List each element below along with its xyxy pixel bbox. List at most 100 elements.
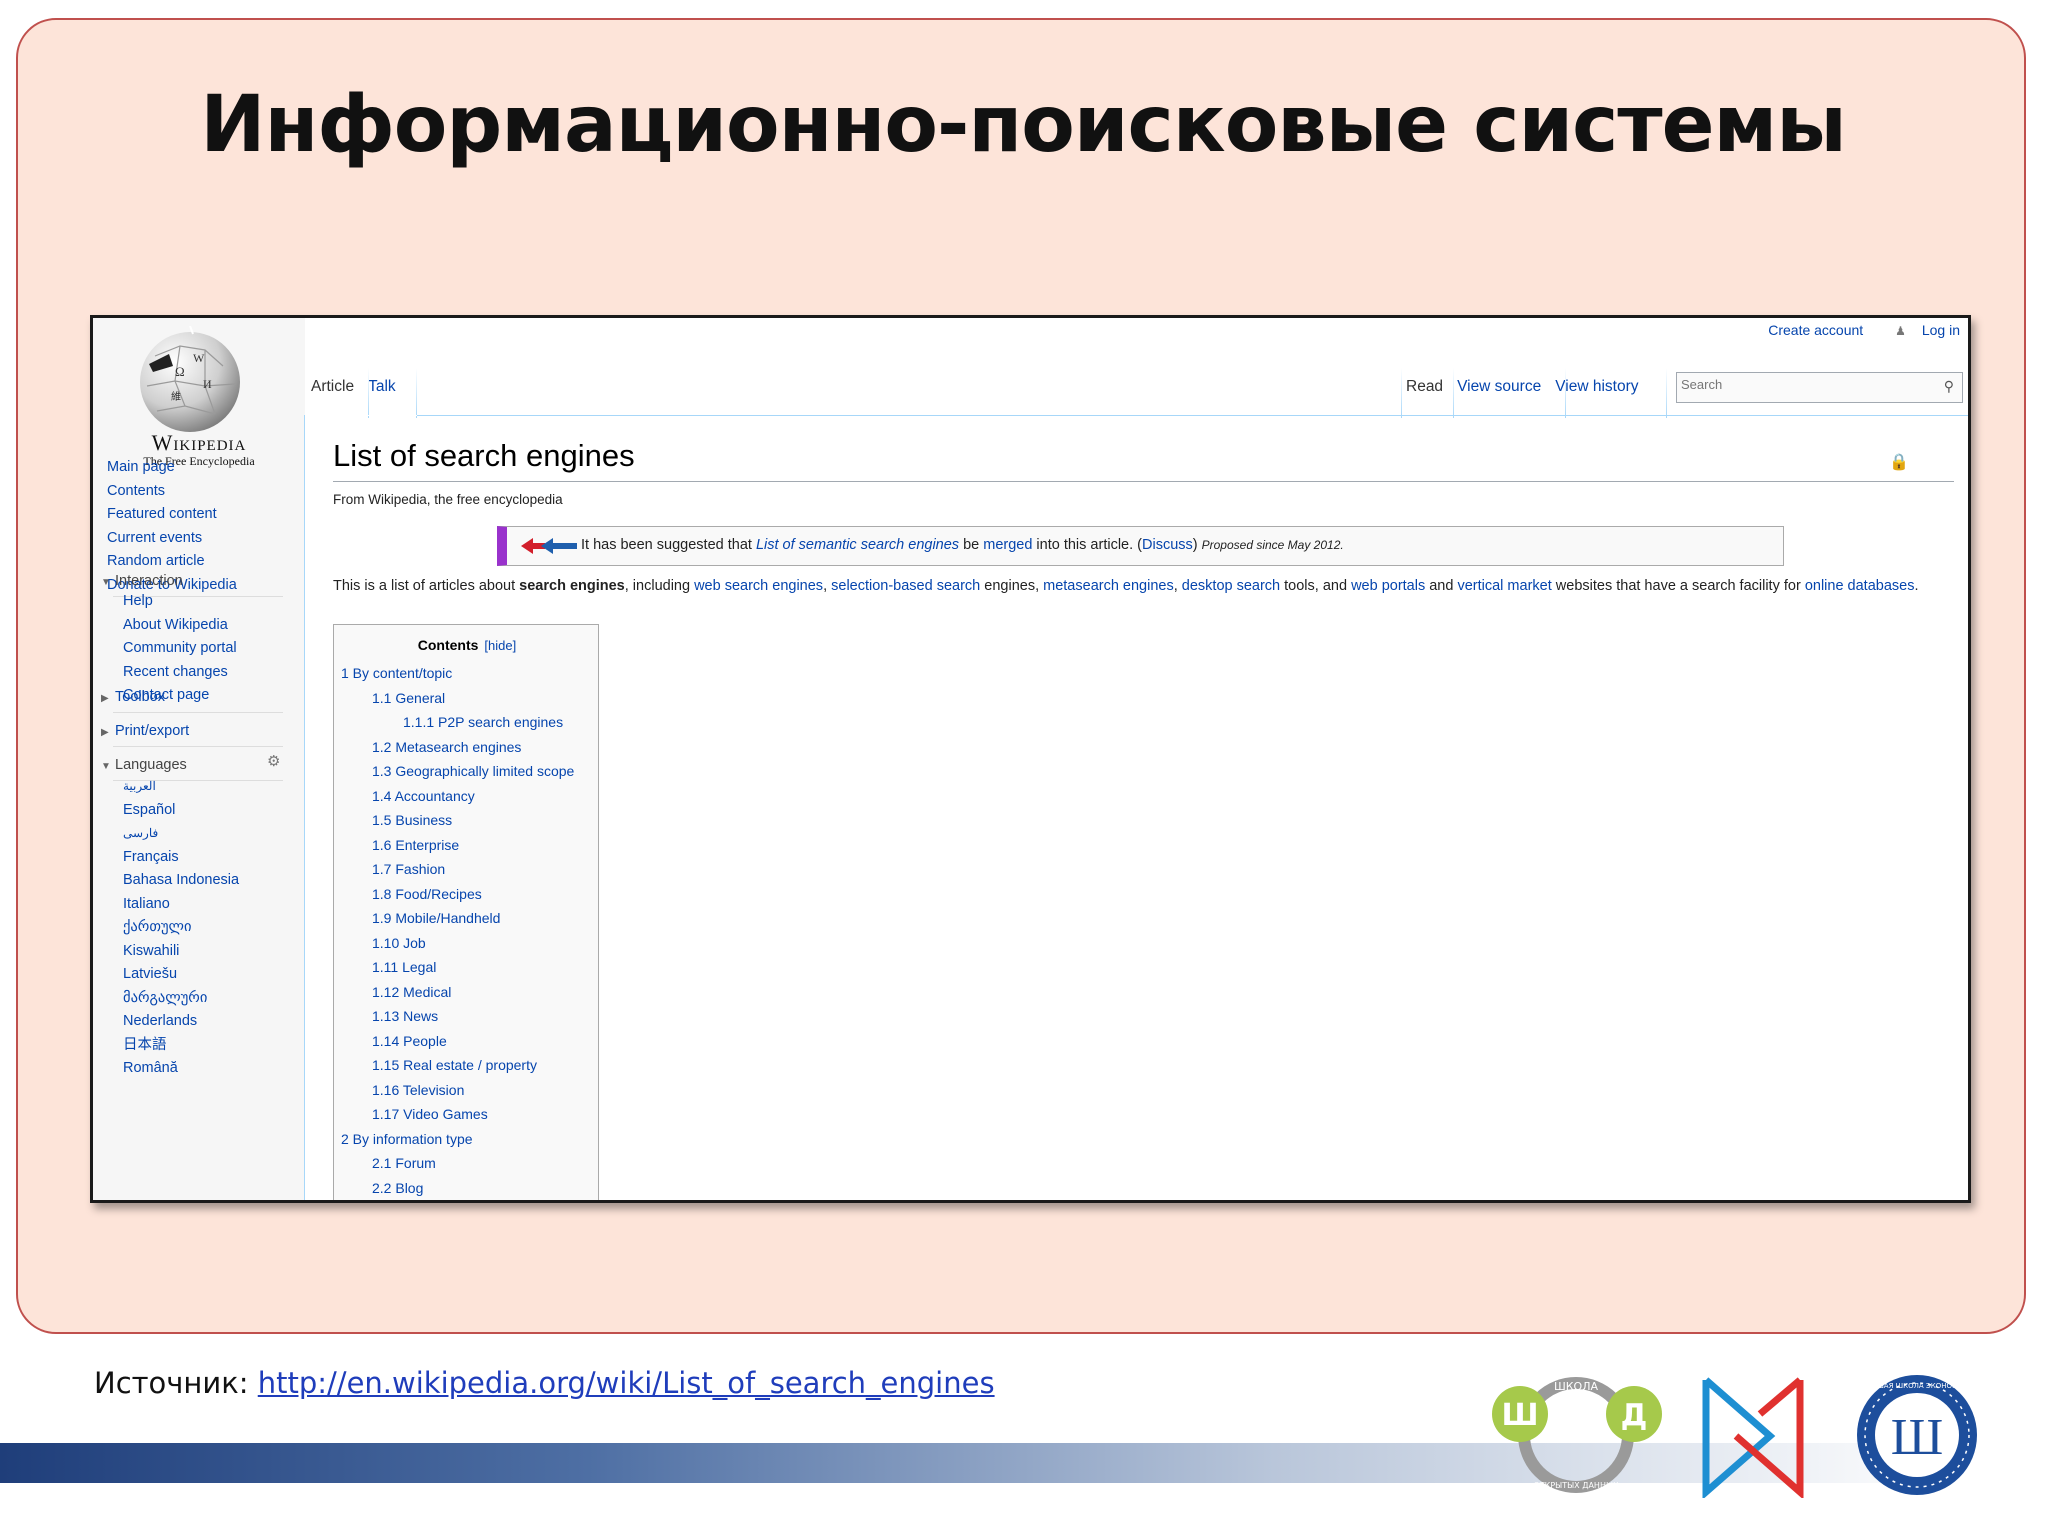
nav-community-portal[interactable]: Community portal [123,637,237,661]
wikipedia-screenshot: Ω W И 維 Wikipedia The Free Encyclopedia … [90,315,1971,1203]
personal-tools: Create account ♟ Log in [1754,322,1960,338]
toolbox-heading[interactable]: ▶ Toolbox [101,689,165,705]
toc-item[interactable]: 1.3 Geographically limited scope [341,759,574,784]
toc-item[interactable]: 2.2 Blog [341,1176,574,1201]
nav-recent-changes[interactable]: Recent changes [123,661,237,685]
toc-item[interactable]: 1.7 Fashion [341,857,574,882]
lang-georgian[interactable]: ქართული [123,916,239,940]
tab-talk[interactable]: Talk [368,378,396,395]
tab-view-source[interactable]: View source [1457,378,1541,395]
intro-bold-term: search engines [519,578,625,594]
lang-indonesian[interactable]: Bahasa Indonesia [123,869,239,893]
dn-logo [1702,1377,1804,1498]
toc-item[interactable]: 2 By information type [341,1127,574,1152]
interaction-heading[interactable]: ▼ Interaction [101,573,183,589]
divider [113,712,283,713]
toc-item[interactable]: 1.10 Job [341,931,574,956]
source-link[interactable]: http://en.wikipedia.org/wiki/List_of_sea… [258,1366,995,1400]
lang-arabic[interactable]: العربية [123,775,239,799]
lang-french[interactable]: Français [123,846,239,870]
divider [113,746,283,747]
lang-romanian[interactable]: Română [123,1057,239,1081]
nav-random-article[interactable]: Random article [107,550,237,574]
footer-gradient-bar [0,1443,1960,1483]
lang-persian[interactable]: فارسی [123,822,239,846]
site-subtitle: From Wikipedia, the free encyclopedia [333,492,563,507]
languages-heading[interactable]: ▼ Languages [101,757,187,773]
toc-title: Contents [417,637,479,653]
svg-text:維: 維 [171,390,181,403]
link-desktop-search[interactable]: desktop search [1182,578,1280,594]
toc-item[interactable]: 1.11 Legal [341,955,574,980]
nav-featured-content[interactable]: Featured content [107,503,237,527]
languages-menu: العربية Español فارسی Français Bahasa In… [123,775,239,1081]
link-metasearch-engines[interactable]: metasearch engines [1043,578,1174,594]
wikipedia-globe-icon[interactable]: Ω W И 維 [135,326,245,436]
shad-top-text: ШКОЛА [1554,1380,1599,1393]
toc-list: 1 By content/topic 1.1 General 1.1.1 P2P… [341,661,574,1200]
nav-about-wikipedia[interactable]: About Wikipedia [123,614,237,638]
nav-help[interactable]: Help [123,590,237,614]
lang-swahili[interactable]: Kiswahili [123,940,239,964]
merge-notice-text: It has been suggested that List of seman… [581,537,1344,553]
search-input[interactable]: Search ⚲ [1676,372,1963,403]
link-selection-based-search[interactable]: selection-based search [831,578,980,594]
log-in-link[interactable]: ♟ Log in [1881,322,1960,338]
link-web-portals[interactable]: web portals [1351,578,1425,594]
expand-arrow-icon: ▼ [101,577,111,588]
active-tab-gap [305,415,417,416]
toc-item[interactable]: 1.17 Video Games [341,1102,574,1127]
search-icon[interactable]: ⚲ [1944,378,1954,395]
toc-item[interactable]: 1.8 Food/Recipes [341,882,574,907]
gear-icon[interactable]: ⚙ [267,752,280,770]
tab-article[interactable]: Article [311,378,354,395]
tab-separator [416,368,417,418]
toc-item[interactable]: 1.1.1 P2P search engines [341,710,574,735]
tab-read[interactable]: Read [1406,378,1443,395]
lang-italian[interactable]: Italiano [123,893,239,917]
nav-main-page[interactable]: Main page [107,456,237,480]
tab-view-history[interactable]: View history [1555,378,1638,395]
tab-separator [1666,368,1667,418]
lang-dutch[interactable]: Nederlands [123,1010,239,1034]
merge-arrows-icon [521,538,577,554]
toc-item[interactable]: 1.4 Accountancy [341,784,574,809]
toc-item[interactable]: 1.14 People [341,1029,574,1054]
nav-contents[interactable]: Contents [107,480,237,504]
content-top-border [305,415,1968,416]
collapsed-arrow-icon: ▶ [101,727,109,738]
lang-japanese[interactable]: 日本語 [123,1034,239,1058]
toc-item[interactable]: 1.13 News [341,1004,574,1029]
toc-item[interactable]: 1.2 Metasearch engines [341,735,574,760]
lang-latvian[interactable]: Latviešu [123,963,239,987]
create-account-link[interactable]: Create account [1768,322,1863,338]
link-online-databases[interactable]: online databases [1805,578,1915,594]
toc-hide-link[interactable]: [hide] [484,638,516,653]
print-export-heading[interactable]: ▶ Print/export [101,723,189,739]
namespace-tabs: Article Talk [311,378,410,396]
tab-separator [1565,368,1566,418]
semantic-search-link[interactable]: List of semantic search engines [756,537,959,553]
toc-item[interactable]: 1.6 Enterprise [341,833,574,858]
discuss-link[interactable]: Discuss [1142,537,1193,553]
shad-logo: Ш Д ШКОЛА ОТКРЫТЫХ ДАННЫХ [1492,1377,1662,1493]
toc-item[interactable]: 1.12 Medical [341,980,574,1005]
toc-item[interactable]: 1 By content/topic [341,661,574,686]
slide-title: Информационно-поисковые системы [200,80,1847,170]
toc-item[interactable]: 1.1 General [341,686,574,711]
hse-logo: Ш ВЫСШАЯ ШКОЛА ЭКОНОМИКИ [1857,1375,1977,1495]
nav-current-events[interactable]: Current events [107,527,237,551]
merged-link[interactable]: merged [983,537,1032,553]
page-title: List of search engines [333,438,635,473]
toc-item[interactable]: 1.15 Real estate / property [341,1053,574,1078]
toc-item[interactable]: 1.16 Television [341,1078,574,1103]
lang-spanish[interactable]: Español [123,799,239,823]
toc-item[interactable]: 1.5 Business [341,808,574,833]
link-web-search-engines[interactable]: web search engines [694,578,823,594]
lang-mingrelian[interactable]: მარგალური [123,987,239,1011]
link-vertical-market[interactable]: vertical market [1457,578,1551,594]
toc-item[interactable]: 1.9 Mobile/Handheld [341,906,574,931]
shad-letter-right: Д [1621,1398,1648,1433]
toc-item[interactable]: 2.1 Forum [341,1151,574,1176]
view-tabs: Read View source View history [1406,378,1653,396]
